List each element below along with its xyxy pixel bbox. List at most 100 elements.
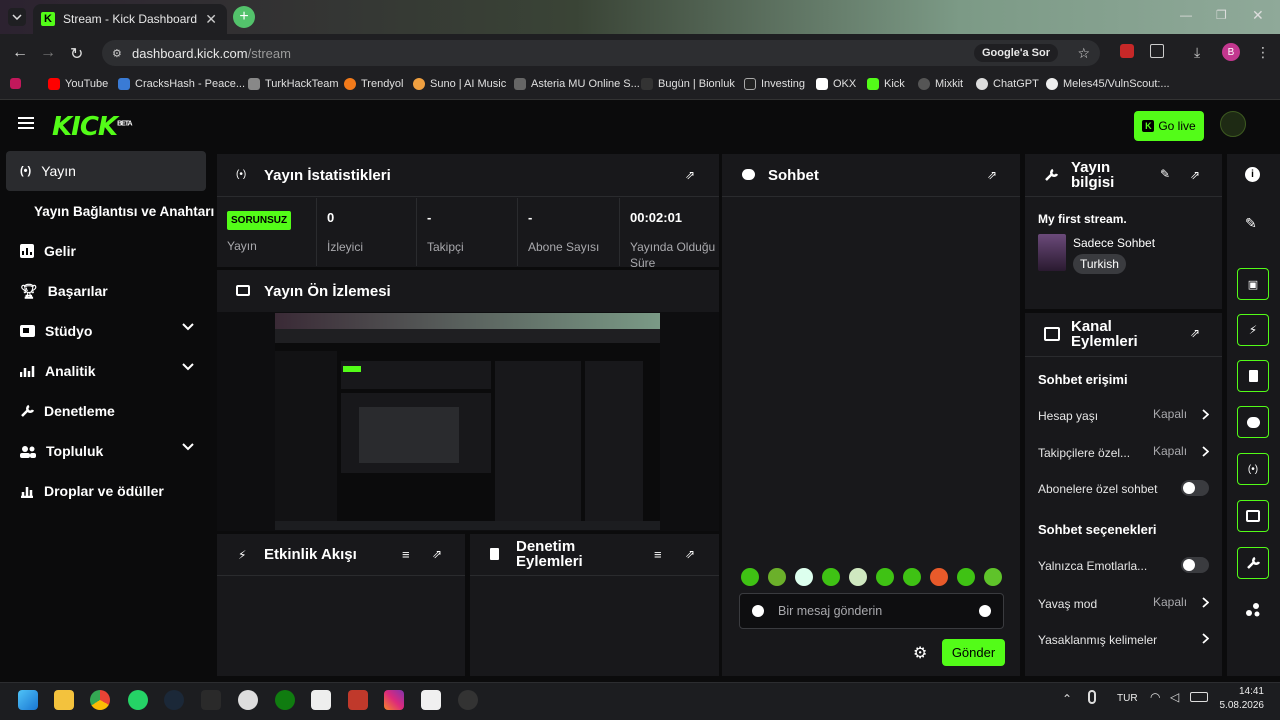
- hamburger-menu-icon[interactable]: [18, 116, 34, 130]
- bookmark-bionluk[interactable]: Bugün | Bionluk: [641, 78, 735, 90]
- rail-activity-button[interactable]: ⚡︎: [1237, 314, 1269, 346]
- info-icon[interactable]: i: [1245, 167, 1260, 182]
- bookmark-trendyol[interactable]: Trendyol: [344, 78, 403, 90]
- extension-icon[interactable]: [1120, 44, 1134, 58]
- popout-icon[interactable]: ⇗: [1190, 168, 1200, 182]
- profile-avatar[interactable]: B: [1222, 43, 1240, 61]
- bookmark-crackshash[interactable]: CracksHash - Peace...: [118, 78, 245, 90]
- chat-input[interactable]: Bir mesaj gönderin: [739, 593, 1004, 629]
- sidebar-item-studyo[interactable]: Stüdyo: [6, 311, 206, 351]
- user-avatar[interactable]: [1220, 111, 1246, 137]
- bookmark-mixkit[interactable]: Mixkit: [918, 78, 963, 90]
- sidebar-item-analitik[interactable]: Analitik: [6, 351, 206, 391]
- emote-icon[interactable]: [876, 568, 894, 586]
- filter-icon[interactable]: ≡: [402, 547, 410, 562]
- whatsapp-icon[interactable]: [128, 690, 148, 710]
- bookmark-kick[interactable]: Kick: [867, 78, 905, 90]
- battery-icon[interactable]: [1190, 692, 1208, 702]
- emote-icon[interactable]: [930, 568, 948, 586]
- address-bar[interactable]: ⚙ dashboard.kick.com/stream Google'a Sor…: [102, 40, 1100, 66]
- microphone-icon[interactable]: [1088, 690, 1096, 704]
- rail-stats-button[interactable]: (•): [1237, 453, 1269, 485]
- popout-icon[interactable]: ⇗: [987, 168, 997, 182]
- rail-stream-info-button[interactable]: [1237, 547, 1269, 579]
- steam-icon[interactable]: [164, 690, 184, 710]
- tab-search-button[interactable]: [8, 8, 26, 26]
- emote-icon[interactable]: [903, 568, 921, 586]
- forward-button[interactable]: →: [40, 44, 56, 62]
- clock-time[interactable]: 14:41: [1232, 686, 1264, 697]
- sidebar-item-basarilar[interactable]: 🏆︎ Başarılar: [6, 271, 206, 311]
- emote-icon[interactable]: [957, 568, 975, 586]
- banned-words-row[interactable]: Yasaklanmış kelimeler: [1038, 631, 1213, 651]
- close-tab-icon[interactable]: ✕: [205, 11, 217, 28]
- go-live-button[interactable]: K Go live: [1134, 111, 1204, 141]
- instagram-icon[interactable]: [384, 690, 404, 710]
- new-tab-button[interactable]: +: [233, 6, 255, 28]
- popout-icon[interactable]: ⇗: [1190, 326, 1200, 340]
- bookmark-github[interactable]: Meles45/VulnScout:...: [1046, 78, 1170, 90]
- bookmark-chatgpt[interactable]: ChatGPT: [976, 78, 1039, 90]
- emote-icon[interactable]: [768, 568, 786, 586]
- sidebar-item-droplar[interactable]: Droplar ve ödüller: [6, 471, 206, 511]
- sidebar-item-denetleme[interactable]: Denetleme: [6, 391, 206, 431]
- emote-icon[interactable]: [984, 568, 1002, 586]
- app-icon[interactable]: [348, 690, 368, 710]
- download-icon[interactable]: ⤓: [1194, 44, 1200, 61]
- emoji-icon[interactable]: [979, 605, 991, 617]
- pencil-icon[interactable]: ✎: [1245, 215, 1257, 232]
- file-explorer-icon[interactable]: [54, 690, 74, 710]
- xbox-icon[interactable]: [275, 690, 295, 710]
- rail-moderation-button[interactable]: [1237, 360, 1269, 392]
- preview-video[interactable]: [275, 313, 660, 530]
- bookmark-okx[interactable]: OKX: [816, 78, 856, 90]
- reload-button[interactable]: ↻: [70, 44, 83, 64]
- epic-games-icon[interactable]: [201, 690, 221, 710]
- site-info-icon[interactable]: ⚙: [112, 47, 122, 60]
- sidebar-item-stream-key[interactable]: Yayın Bağlantısı ve Anahtarı: [6, 191, 216, 231]
- kick-logo[interactable]: KICKBETA: [52, 112, 133, 142]
- clock-date[interactable]: 5.08.2026: [1216, 700, 1265, 711]
- rail-channel-actions-button[interactable]: [1237, 500, 1269, 532]
- sidebar-item-topluluk[interactable]: Topluluk: [6, 431, 206, 471]
- app-icon[interactable]: [311, 690, 331, 710]
- bookmark-asteria[interactable]: Asteria MU Online S...: [514, 78, 640, 90]
- customize-layout-icon[interactable]: [1245, 602, 1261, 618]
- google-lens-button[interactable]: Google'a Sor: [973, 44, 1058, 62]
- popout-icon[interactable]: ⇗: [685, 547, 695, 561]
- apps-grid-icon[interactable]: [10, 78, 21, 89]
- chrome-icon[interactable]: [90, 690, 110, 710]
- rail-chat-button[interactable]: [1237, 406, 1269, 438]
- restore-button[interactable]: ❐: [1216, 8, 1227, 22]
- bookmark-turkhackteam[interactable]: TurkHackTeam: [248, 78, 339, 90]
- popout-icon[interactable]: ⇗: [685, 168, 695, 182]
- back-button[interactable]: ←: [12, 44, 28, 62]
- account-age-row[interactable]: Hesap yaşı Kapalı: [1038, 407, 1213, 427]
- followers-only-row[interactable]: Takipçilere özel... Kapalı: [1038, 444, 1213, 464]
- emote-only-toggle[interactable]: [1181, 557, 1209, 573]
- bookmark-youtube[interactable]: YouTube: [48, 78, 108, 90]
- emote-icon[interactable]: [849, 568, 867, 586]
- rail-preview-button[interactable]: ▣: [1237, 268, 1269, 300]
- browser-tab[interactable]: K Stream - Kick Dashboard ✕: [33, 4, 227, 34]
- chatgpt-icon[interactable]: [238, 690, 258, 710]
- subs-only-toggle[interactable]: [1181, 480, 1209, 496]
- filter-icon[interactable]: ≡: [654, 547, 662, 562]
- bookmark-suno[interactable]: Suno | AI Music: [413, 78, 506, 90]
- send-button[interactable]: Gönder: [942, 639, 1005, 666]
- sidebar-item-gelir[interactable]: Gelir: [6, 231, 206, 271]
- bookmark-investing[interactable]: Investing: [744, 78, 805, 90]
- input-language[interactable]: TUR: [1117, 693, 1138, 704]
- emote-icon[interactable]: [741, 568, 759, 586]
- sidebar-item-yayin[interactable]: (•) Yayın: [6, 151, 206, 191]
- emote-icon[interactable]: [795, 568, 813, 586]
- window-close-button[interactable]: ✕: [1252, 7, 1264, 24]
- slow-mode-row[interactable]: Yavaş mod Kapalı: [1038, 595, 1213, 615]
- emote-icon[interactable]: [822, 568, 840, 586]
- store-icon[interactable]: [421, 690, 441, 710]
- obs-icon[interactable]: [458, 690, 478, 710]
- star-icon[interactable]: ☆: [1077, 45, 1090, 62]
- windows-start-icon[interactable]: [18, 690, 38, 710]
- menu-kebab-icon[interactable]: ⋮: [1256, 44, 1270, 61]
- popout-icon[interactable]: ⇗: [432, 547, 442, 561]
